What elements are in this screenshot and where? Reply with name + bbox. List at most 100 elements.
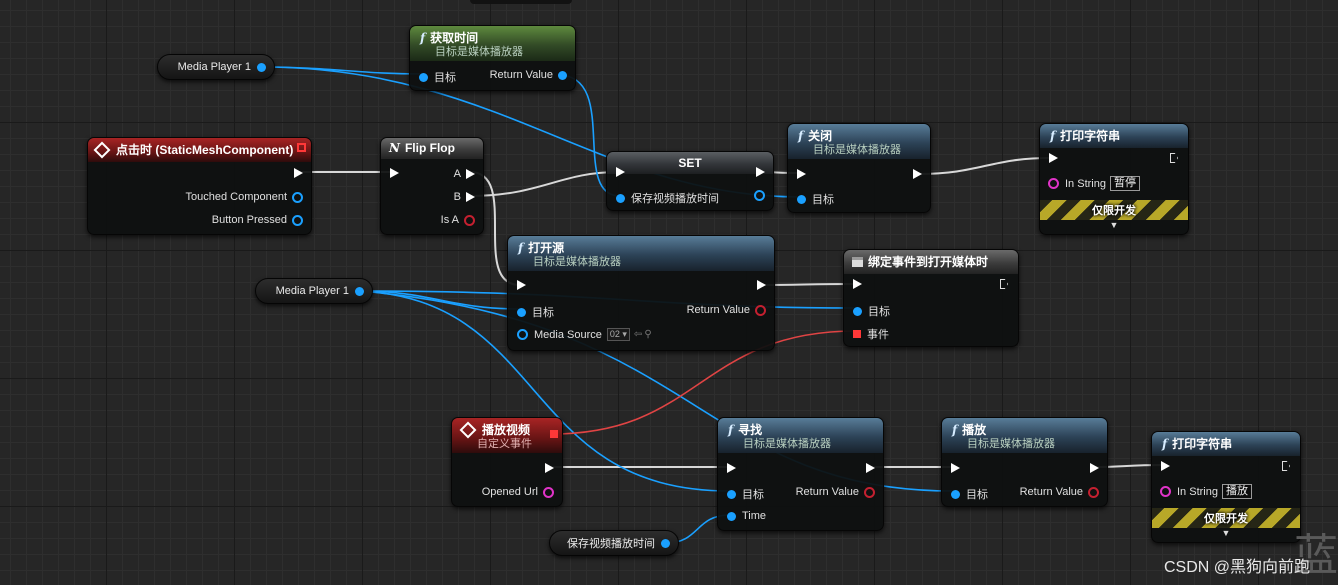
close-node[interactable]: f 关闭 目标是媒体播放器 目标	[787, 123, 931, 213]
exec-input-row[interactable]	[616, 167, 625, 177]
exec-input-row[interactable]	[517, 280, 526, 290]
bind-event-node[interactable]: 绑定事件到打开媒体时 目标 事件	[843, 249, 1019, 347]
expand-arrow-icon[interactable]: ▼	[1152, 528, 1300, 538]
exec-input-pin[interactable]	[1049, 153, 1058, 163]
event-pin-row[interactable]: 事件	[853, 326, 889, 342]
print-string-node-top[interactable]: f 打印字符串 In String 暂停 仅限开发 ▼	[1039, 123, 1189, 235]
opened-url-row[interactable]: Opened Url	[482, 486, 554, 498]
var-output-row[interactable]	[754, 190, 765, 201]
exec-output-pin[interactable]	[1170, 153, 1178, 163]
exec-output-row[interactable]	[913, 169, 922, 179]
play-video-custom-event-node[interactable]: 播放视频 自定义事件 Opened Url	[451, 417, 563, 507]
exec-input-pin[interactable]	[616, 167, 625, 177]
target-pin-row[interactable]: 目标	[951, 486, 988, 502]
exec-output-pin[interactable]	[1000, 279, 1008, 289]
exec-output-row[interactable]	[1170, 153, 1178, 163]
search-icon[interactable]: ⚲	[644, 329, 651, 340]
target-pin-row[interactable]: 目标	[797, 191, 834, 207]
media-player-variable-top[interactable]: Media Player 1	[157, 54, 275, 80]
opened-url-pin[interactable]	[543, 486, 554, 498]
object-output-pin[interactable]	[355, 286, 364, 296]
is-a-output-row[interactable]: Is A	[441, 214, 475, 226]
target-pin-row[interactable]: 目标	[517, 304, 554, 320]
exec-output-pin[interactable]	[913, 169, 922, 179]
exec-output-pin[interactable]	[294, 168, 303, 178]
target-input-pin[interactable]	[797, 194, 806, 204]
time-input-pin[interactable]	[727, 511, 736, 521]
media-source-pin[interactable]	[517, 329, 528, 340]
exec-input-pin[interactable]	[390, 168, 399, 178]
float-output-pin[interactable]	[661, 538, 670, 548]
exec-input-pin[interactable]	[853, 279, 862, 289]
exec-input-pin[interactable]	[797, 169, 806, 179]
return-pin-row[interactable]: Return Value	[796, 486, 875, 498]
exec-output-row[interactable]	[756, 167, 765, 177]
return-bool-pin[interactable]	[755, 304, 766, 316]
exec-input-row[interactable]	[1049, 153, 1058, 163]
a-exec-pin[interactable]	[466, 169, 475, 179]
in-string-value[interactable]: 暂停	[1109, 176, 1140, 191]
exec-input-pin[interactable]	[1161, 461, 1170, 471]
return-output-pin[interactable]	[558, 70, 567, 80]
exec-input-row[interactable]	[797, 169, 806, 179]
exec-output-row[interactable]	[866, 463, 875, 473]
b-output-row[interactable]: B	[454, 191, 475, 203]
exec-output-pin[interactable]	[545, 463, 554, 473]
exec-output-pin[interactable]	[866, 463, 875, 473]
return-pin-row[interactable]: Return Value	[490, 69, 567, 81]
target-input-pin[interactable]	[419, 72, 428, 82]
target-pin-row[interactable]: 目标	[419, 69, 456, 85]
exec-output-row[interactable]	[294, 168, 303, 178]
object-output-pin[interactable]	[257, 62, 266, 72]
var-input-row[interactable]: 保存视频播放时间	[616, 190, 719, 206]
delegate-output-pin[interactable]	[297, 143, 306, 152]
exec-output-row[interactable]	[1282, 461, 1290, 471]
exec-input-row[interactable]	[390, 168, 399, 178]
in-string-row[interactable]: In String 播放	[1160, 484, 1252, 499]
return-bool-pin[interactable]	[864, 486, 875, 498]
return-pin-row[interactable]: Return Value	[1020, 486, 1099, 498]
expand-arrow-icon[interactable]: ▼	[1040, 220, 1188, 230]
flip-flop-node[interactable]: N Flip Flop A B Is A	[380, 137, 484, 235]
save-time-variable-get[interactable]: 保存视频播放时间	[549, 530, 679, 556]
delegate-output-pin[interactable]	[550, 430, 558, 438]
seek-node[interactable]: f 寻找 目标是媒体播放器 目标 Return Value Time	[717, 417, 884, 531]
on-clicked-event-node[interactable]: 点击时 (StaticMeshComponent) Touched Compon…	[87, 137, 312, 235]
exec-output-row[interactable]	[1090, 463, 1099, 473]
exec-input-row[interactable]	[853, 279, 862, 289]
exec-output-pin[interactable]	[1090, 463, 1099, 473]
button-pressed-row[interactable]: Button Pressed	[212, 214, 303, 226]
touched-component-pin[interactable]	[292, 191, 303, 203]
target-input-pin[interactable]	[853, 306, 862, 316]
in-string-value[interactable]: 播放	[1221, 484, 1252, 499]
target-input-pin[interactable]	[951, 489, 960, 499]
exec-input-row[interactable]	[1161, 461, 1170, 471]
exec-output-pin[interactable]	[756, 167, 765, 177]
browse-arrow-icon[interactable]: ⇦	[634, 329, 642, 340]
asset-combo[interactable]: 02 ▾	[606, 328, 630, 341]
time-pin-row[interactable]: Time	[727, 510, 766, 522]
media-source-row[interactable]: Media Source 02 ▾ ⇦ ⚲	[517, 328, 652, 341]
play-node[interactable]: f 播放 目标是媒体播放器 目标 Return Value	[941, 417, 1108, 507]
target-input-pin[interactable]	[517, 307, 526, 317]
float-output-pin[interactable]	[754, 190, 765, 201]
target-input-pin[interactable]	[727, 489, 736, 499]
touched-component-row[interactable]: Touched Component	[185, 191, 303, 203]
open-source-node[interactable]: f 打开源 目标是媒体播放器 目标 Return Value Media Sour…	[507, 235, 775, 351]
exec-input-row[interactable]	[727, 463, 736, 473]
set-variable-node[interactable]: SET 保存视频播放时间	[606, 151, 774, 211]
exec-input-pin[interactable]	[517, 280, 526, 290]
event-delegate-pin[interactable]	[853, 330, 861, 338]
is-a-bool-pin[interactable]	[464, 214, 475, 226]
string-input-pin[interactable]	[1048, 178, 1059, 189]
return-bool-pin[interactable]	[1088, 486, 1099, 498]
exec-input-pin[interactable]	[727, 463, 736, 473]
string-input-pin[interactable]	[1160, 486, 1171, 497]
get-time-node[interactable]: f 获取时间 目标是媒体播放器 目标 Return Value	[409, 25, 576, 91]
exec-input-row[interactable]	[951, 463, 960, 473]
target-pin-row[interactable]: 目标	[727, 486, 764, 502]
exec-input-pin[interactable]	[951, 463, 960, 473]
exec-output-pin[interactable]	[757, 280, 766, 290]
exec-output-row[interactable]	[757, 280, 766, 290]
exec-output-row[interactable]	[1000, 279, 1008, 289]
